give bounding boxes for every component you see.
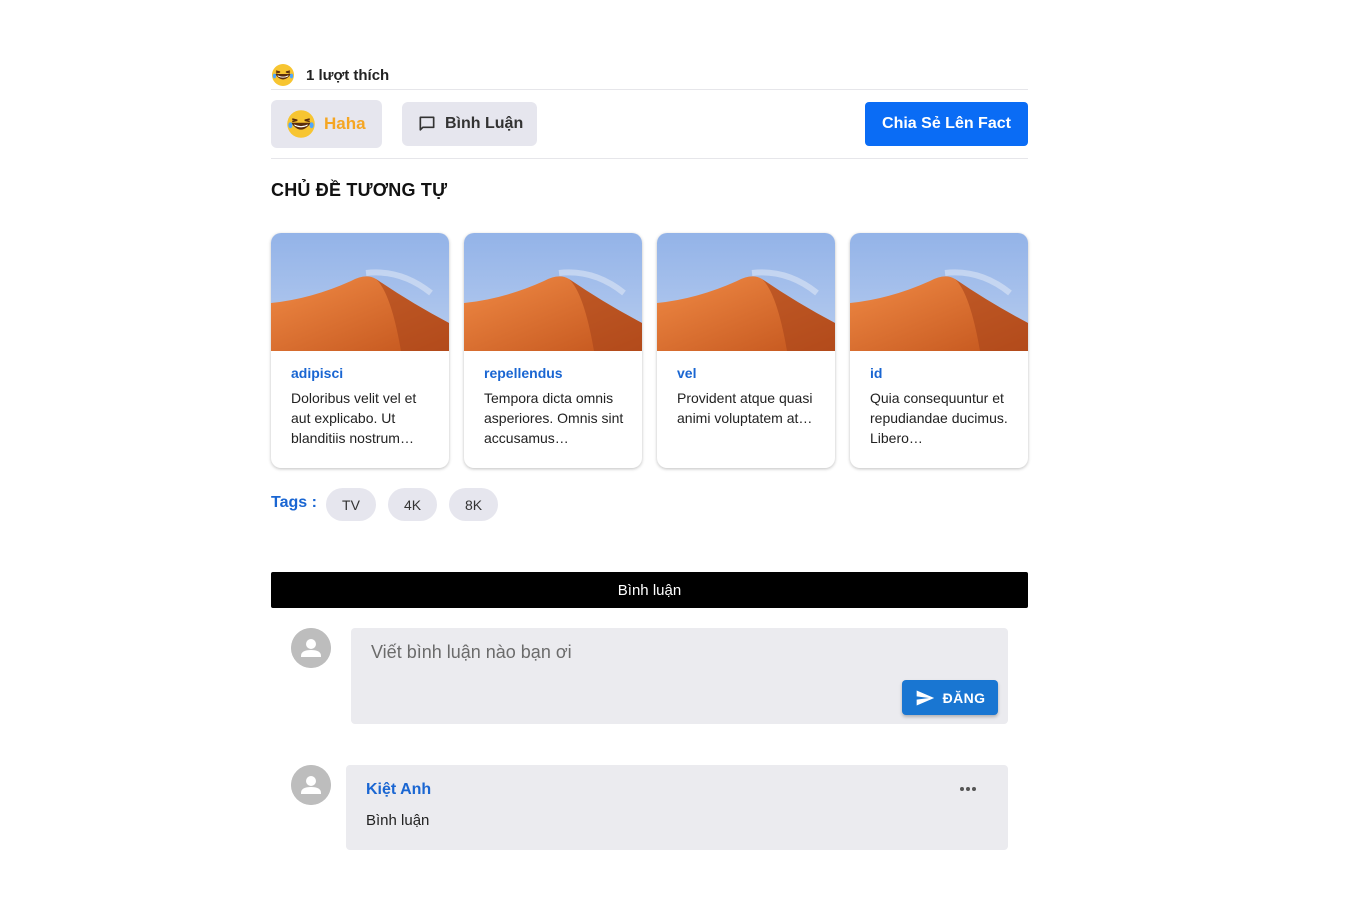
haha-reaction-button[interactable]: Haha (271, 100, 382, 148)
card-description: Quia consequuntur et repudiandae ducimus… (870, 390, 1008, 446)
card-title[interactable]: vel (677, 365, 821, 381)
card-description: Tempora dicta omnis asperiores. Omnis si… (484, 390, 624, 446)
avatar (291, 765, 331, 805)
comment-input[interactable] (371, 642, 891, 682)
related-card[interactable]: vel Provident atque quasi animi voluptat… (657, 233, 835, 468)
card-title[interactable]: id (870, 365, 1014, 381)
comment-author[interactable]: Kiệt Anh (366, 781, 431, 799)
divider (271, 158, 1028, 159)
share-button[interactable]: Chia Sẻ Lên Fact (865, 102, 1028, 146)
comment-button-label: Bình Luận (445, 115, 524, 132)
tag-chip[interactable]: 8K (449, 488, 498, 521)
card-thumbnail (850, 233, 1028, 351)
user-icon (291, 628, 331, 668)
tag-chip[interactable]: TV (326, 488, 376, 521)
card-title[interactable]: adipisci (291, 365, 435, 381)
send-icon (916, 690, 934, 705)
related-card[interactable]: adipisci Doloribus velit vel et aut expl… (271, 233, 449, 468)
tag-chip[interactable]: 4K (388, 488, 437, 521)
related-card[interactable]: repellendus Tempora dicta omnis asperior… (464, 233, 642, 468)
tags-label: Tags : (271, 494, 317, 511)
card-thumbnail (657, 233, 835, 351)
likes-count[interactable]: 1 lượt thích (306, 67, 389, 84)
post-comment-button[interactable]: ĐĂNG (902, 680, 998, 715)
avatar (291, 628, 331, 668)
more-options-icon[interactable] (958, 779, 978, 799)
comment-icon (419, 116, 435, 131)
post-comment-label: ĐĂNG (942, 689, 986, 706)
comments-header: Bình luận (271, 572, 1028, 608)
related-topics-list: adipisci Doloribus velit vel et aut expl… (271, 233, 1028, 469)
user-icon (291, 765, 331, 805)
related-card[interactable]: id Quia consequuntur et repudiandae duci… (850, 233, 1028, 468)
likes-summary: 1 lượt thích (271, 62, 389, 88)
comment-text: Bình luận (366, 812, 430, 829)
laughing-emoji-icon (287, 110, 315, 138)
comment-button[interactable]: Bình Luận (402, 102, 537, 146)
card-description: Doloribus velit vel et aut explicabo. Ut… (291, 390, 417, 446)
haha-label: Haha (324, 114, 366, 133)
card-thumbnail (271, 233, 449, 351)
related-topics-title: CHỦ ĐỀ TƯƠNG TỰ (271, 180, 448, 200)
laughing-emoji-icon (272, 64, 294, 86)
post-footer: 1 lượt thích Haha Bình Luận Chia Sẻ Lên … (271, 0, 1028, 898)
comment-composer: ĐĂNG (351, 628, 1008, 724)
card-description: Provident atque quasi animi voluptatem a… (677, 390, 813, 426)
divider (271, 89, 1028, 90)
card-title[interactable]: repellendus (484, 365, 628, 381)
comment-item: Kiệt Anh Bình luận (346, 765, 1008, 850)
card-thumbnail (464, 233, 642, 351)
